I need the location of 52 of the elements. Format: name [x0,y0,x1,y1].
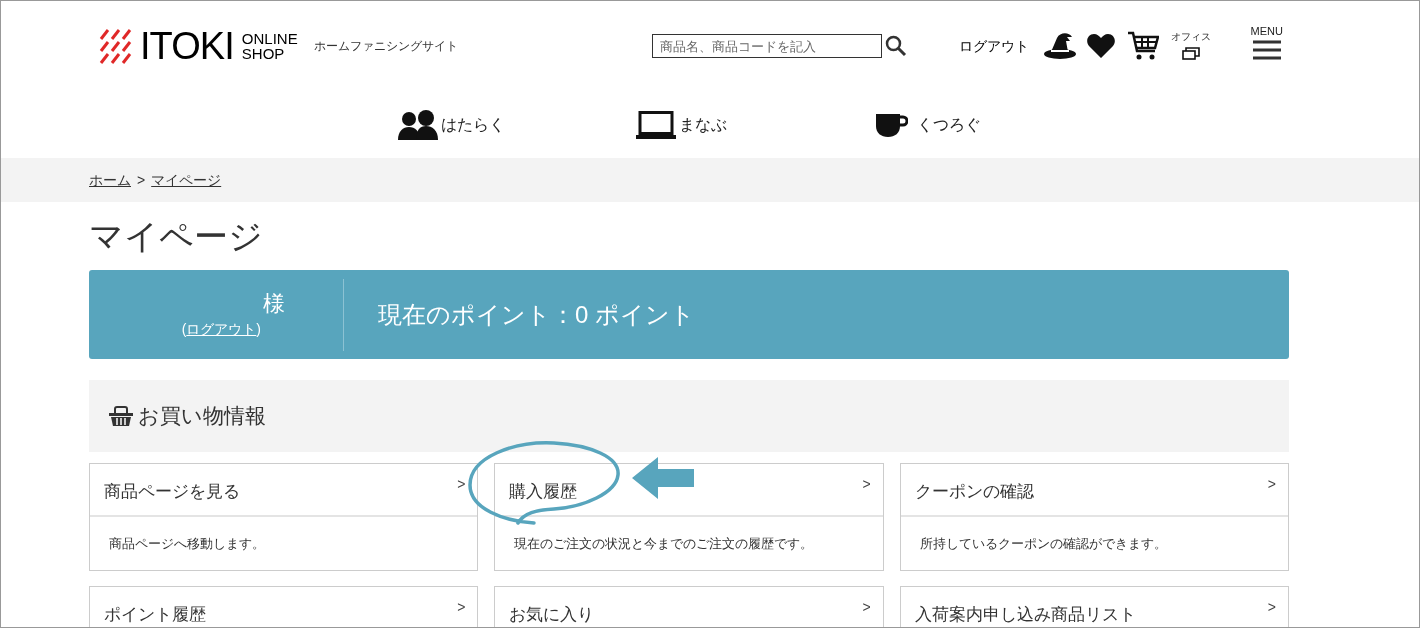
logo-wordmark: ITOKI [140,27,234,65]
chevron-icon: > [862,597,871,618]
cart-icon[interactable] [1126,30,1159,62]
page-title: マイページ [89,216,264,257]
search-icon[interactable] [884,35,907,57]
heart-icon[interactable] [1086,34,1115,58]
category-link[interactable]: はたらく [398,109,636,140]
logo-subtitle: ONLINE [241,31,298,46]
card-description: 商品ページへ移動します。 [109,534,265,553]
windows-icon[interactable] [1181,46,1200,60]
menu-card[interactable]: ポイント履歴 > [89,586,479,627]
chevron-icon: > [1267,597,1276,618]
category-link[interactable]: まなぶ [636,110,876,139]
breadcrumb-link[interactable]: マイページ [151,169,222,191]
search-field[interactable]: 商品名、商品コードを記入 [651,34,882,58]
logout-link-group: (ログアウト) [181,319,261,340]
chevron-icon: > [1267,474,1276,495]
card-title: 入荷案内申し込み商品リスト [914,603,1136,626]
logo-stripes-icon [98,28,132,64]
menu-card[interactable]: 入荷案内申し込み商品リスト > [899,586,1289,627]
site-tagline: ホームファニシングサイト [313,38,458,55]
chevron-icon: > [862,474,871,495]
office-label: オフィス [1170,32,1211,42]
card-title: 商品ページを見る [104,480,240,503]
card-description: 現在のご注文の状況と今までのご注文の履歴です。 [514,534,814,553]
people-icon [398,109,438,140]
menu-card[interactable]: 購入履歴 > 現在のご注文の状況と今までのご注文の履歴です。 [494,463,884,571]
chevron-icon: > [457,597,466,618]
section-title: お買い物情報 [138,403,266,430]
breadcrumb-link[interactable]: ホーム [89,169,131,191]
breadcrumb-separator: > [137,170,146,190]
menu-label: MENU [1250,26,1283,37]
menu-icon[interactable] [1252,40,1281,60]
points-text: 現在のポイント：0 ポイント [378,299,695,330]
pointer-arrow-drawing [632,457,695,499]
witch-hat-icon[interactable] [1042,32,1077,60]
card-title: お気に入り [509,603,595,626]
cup-icon [876,111,908,138]
basket-icon [108,405,134,427]
logout-link[interactable]: ログアウト [958,35,1029,57]
category-link[interactable]: くつろぐ [876,111,1116,138]
menu-card[interactable]: 商品ページを見る > 商品ページへ移動します。 [89,463,479,571]
menu-card[interactable]: クーポンの確認 > 所持しているクーポンの確認ができます。 [899,463,1289,571]
card-title: 購入履歴 [509,480,578,503]
card-title: ポイント履歴 [104,603,206,626]
chevron-icon: > [457,474,466,495]
honorific: 様 [263,290,285,318]
logo-subtitle: SHOP [241,46,286,61]
menu-card[interactable]: お気に入り > [494,586,884,627]
card-title: クーポンの確認 [914,480,1034,503]
laptop-icon [636,110,676,139]
card-description: 所持しているクーポンの確認ができます。 [919,534,1167,553]
